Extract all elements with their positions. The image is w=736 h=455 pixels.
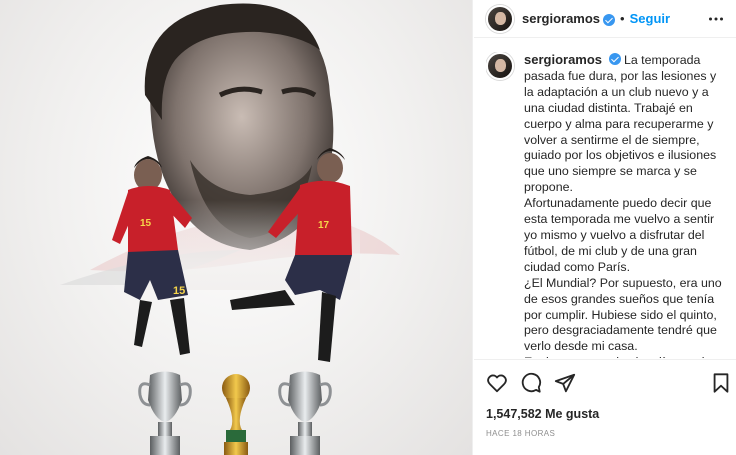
separator-dot: •	[620, 11, 625, 26]
post-actions: 1,547,582 Me gusta HACE 18 HORAS	[474, 359, 736, 455]
verified-badge-icon	[603, 13, 616, 26]
trophy-world-cup	[222, 374, 250, 455]
follow-button[interactable]: Seguir	[630, 11, 670, 26]
post-image-artwork: 15 15 17	[60, 3, 400, 455]
caption-username[interactable]: sergioramos	[524, 52, 602, 67]
trophy-euro-right	[278, 371, 332, 455]
post-header: sergioramos • Seguir	[474, 0, 736, 38]
post-sidebar: sergioramos • Seguir sergioramos La temp…	[474, 0, 736, 455]
more-options-icon[interactable]	[708, 11, 724, 27]
verified-badge-icon	[608, 53, 621, 65]
post-caption: sergioramos La temporada pasada fue dura…	[486, 52, 724, 358]
post-timestamp[interactable]: HACE 18 HORAS	[486, 429, 555, 438]
comment-icon[interactable]	[520, 372, 542, 394]
username-link[interactable]: sergioramos	[522, 11, 600, 26]
bookmark-icon[interactable]	[710, 372, 732, 394]
share-icon[interactable]	[554, 372, 576, 394]
heart-icon[interactable]	[486, 372, 508, 394]
svg-text:15: 15	[140, 218, 152, 229]
avatar[interactable]	[486, 52, 514, 80]
post-image[interactable]: 15 15 17	[0, 0, 473, 455]
avatar[interactable]	[486, 4, 514, 33]
svg-text:17: 17	[318, 220, 330, 231]
caption-text: sergioramos La temporada pasada fue dura…	[524, 52, 724, 358]
trophy-euro-left	[138, 371, 192, 455]
caption-body: La temporada pasada fue dura, por las le…	[524, 53, 722, 358]
likes-count[interactable]: 1,547,582 Me gusta	[486, 407, 599, 421]
svg-text:15: 15	[173, 285, 185, 297]
